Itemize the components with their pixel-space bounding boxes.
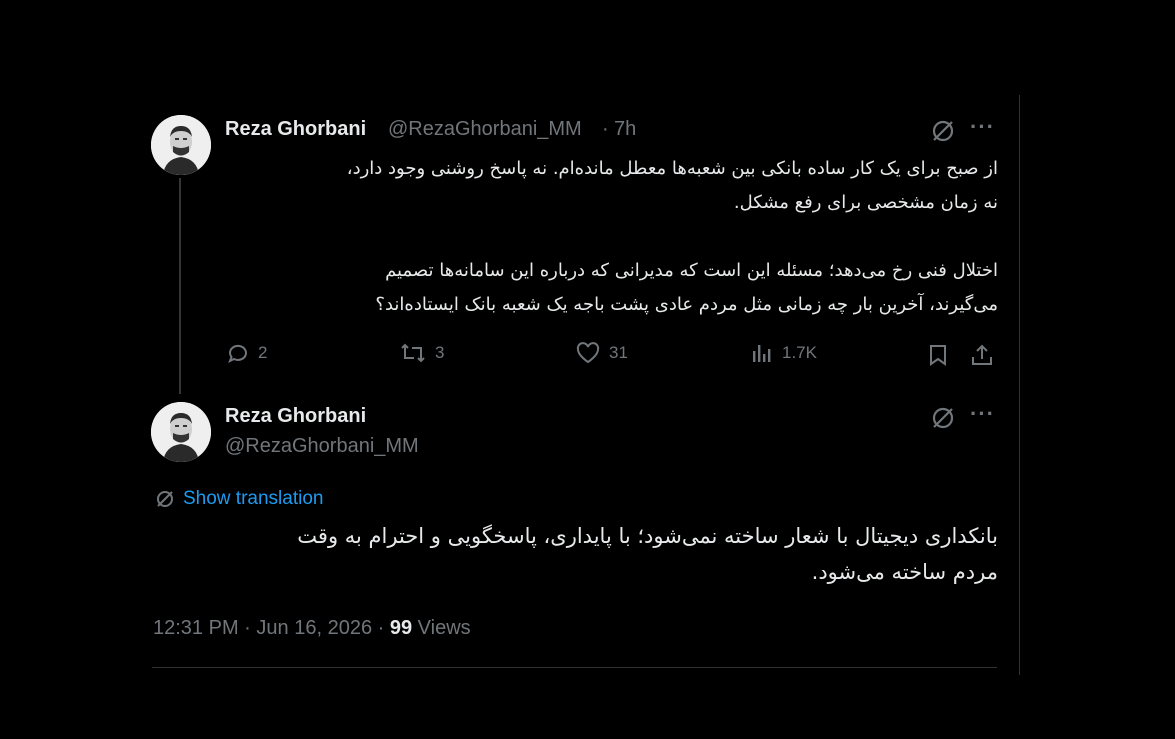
author-handle[interactable]: @RezaGhorbani_MM: [225, 435, 419, 458]
grok-icon[interactable]: [928, 116, 958, 146]
repost-icon: [401, 343, 425, 363]
avatar[interactable]: [151, 115, 211, 175]
repost-count: 3: [435, 343, 445, 362]
like-button[interactable]: 31: [575, 341, 628, 365]
views-label: Views: [417, 617, 471, 639]
reply-button[interactable]: 2: [226, 341, 267, 365]
author-name[interactable]: Reza Ghorbani: [225, 405, 366, 428]
thread-connector: [179, 178, 181, 394]
views-count: 99: [389, 617, 413, 639]
post-time[interactable]: 12:31 PM: [153, 617, 239, 639]
like-icon: [576, 342, 600, 364]
separator-dot: ·: [377, 617, 385, 639]
avatar[interactable]: [151, 402, 211, 462]
bookmark-icon[interactable]: [923, 340, 953, 370]
share-icon[interactable]: [967, 340, 997, 370]
repost-button[interactable]: 3: [399, 341, 444, 365]
like-count: 31: [609, 343, 628, 362]
show-translation-label[interactable]: Show translation: [183, 488, 323, 510]
post-time[interactable]: 7h: [614, 118, 636, 141]
post-text: از صبح برای یک کار ساده بانکی بین شعبه‌ه…: [346, 158, 998, 315]
column-divider: [1019, 95, 1020, 675]
divider: [152, 667, 997, 668]
post-text: بانکداری دیجیتال با شعار ساخته نمی‌شود؛ …: [297, 524, 998, 584]
views-count: 1.7K: [782, 343, 817, 362]
author-name[interactable]: Reza Ghorbani: [225, 118, 366, 141]
post-meta: 12:31 PM · Jun 16, 2026 · 99 Views: [153, 617, 471, 640]
translate-icon: [157, 491, 173, 507]
views-button[interactable]: 1.7K: [750, 341, 817, 365]
reply-icon: [228, 344, 247, 364]
show-translation[interactable]: Show translation: [155, 488, 323, 510]
grok-icon[interactable]: [928, 403, 958, 433]
more-icon[interactable]: ···: [970, 114, 995, 140]
separator-dot: ·: [244, 617, 251, 639]
author-handle[interactable]: @RezaGhorbani_MM: [388, 118, 582, 141]
post-date[interactable]: Jun 16, 2026: [256, 617, 372, 639]
views-icon: [753, 345, 771, 362]
separator-dot: ·: [602, 118, 609, 140]
reply-count: 2: [258, 343, 268, 362]
more-icon[interactable]: ···: [970, 401, 995, 427]
